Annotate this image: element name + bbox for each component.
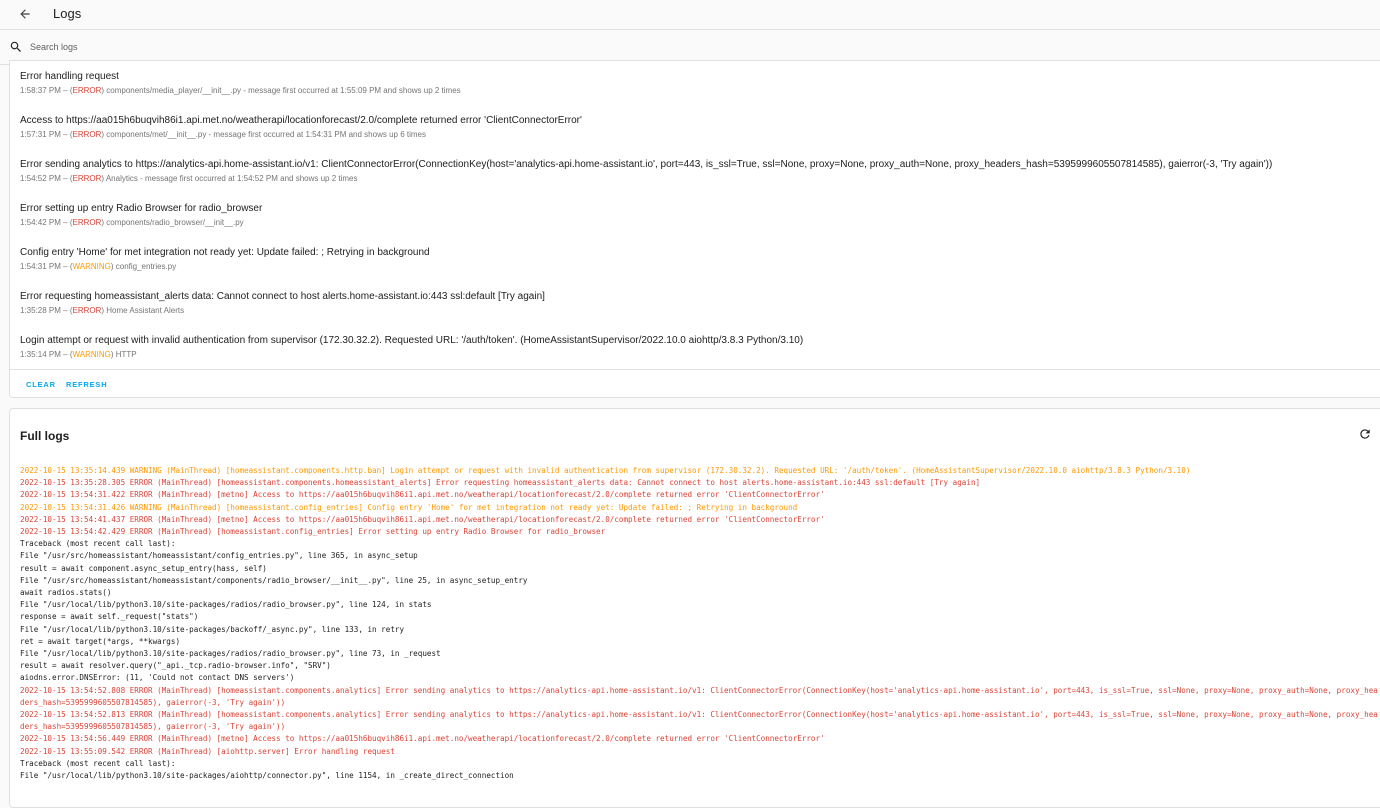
log-line: File "/usr/src/homeassistant/homeassista… <box>20 551 418 561</box>
log-entry[interactable]: Error requesting homeassistant_alerts da… <box>20 291 1360 316</box>
log-line: File "/usr/local/lib/python3.10/site-pac… <box>20 600 432 610</box>
log-line: 2022-10-15 13:54:31.422 ERROR (MainThrea… <box>20 490 825 500</box>
separator: – ( <box>60 218 73 227</box>
log-line: File "/usr/local/lib/python3.10/site-pac… <box>20 649 441 659</box>
log-entry-source: Home Assistant Alerts <box>106 306 185 315</box>
separator: – ( <box>60 350 73 359</box>
app-header: Logs <box>0 0 1380 29</box>
log-entry-time: 1:58:37 PM <box>20 86 61 95</box>
log-entry-time: 1:57:31 PM <box>20 130 61 139</box>
log-entry-source: HTTP <box>115 350 137 359</box>
log-line: aiodns.error.DNSError: (11, 'Could not c… <box>20 673 295 683</box>
arrow-left-icon <box>20 9 30 19</box>
log-line: 2022-10-15 13:35:14.439 WARNING (MainThr… <box>20 466 1191 475</box>
log-entry-meta: 1:54:31 PM – (WARNING) config_entries.py <box>20 261 1360 272</box>
back-button[interactable] <box>14 3 36 25</box>
log-entry-level: ERROR <box>72 130 102 139</box>
log-entry-message: Login attempt or request with invalid au… <box>20 335 804 346</box>
log-line: 2022-10-15 13:35:28.305 ERROR (MainThrea… <box>20 478 981 488</box>
log-line: 2022-10-15 13:54:31.426 WARNING (MainThr… <box>20 502 798 512</box>
full-logs-card: Full logs 2022-10-15 13:35:14.439 WARNIN… <box>9 408 1380 808</box>
log-entry[interactable]: Access to https://aa015h6buqvih86i1.api.… <box>20 115 1360 140</box>
log-entry-source: components/met/__init__.py - message fir… <box>106 130 426 139</box>
log-line: await radios.stats() <box>20 588 112 598</box>
log-entry[interactable]: Login attempt or request with invalid au… <box>20 335 1360 360</box>
system-log-card: Error handling request 1:58:37 PM – (ERRO… <box>9 60 1380 398</box>
separator: – ( <box>60 86 73 95</box>
log-line: result = await component.async_setup_ent… <box>20 563 267 573</box>
log-entry[interactable]: Error handling request 1:58:37 PM – (ERRO… <box>20 71 1360 96</box>
log-line: File "/usr/local/lib/python3.10/site-pac… <box>20 624 405 634</box>
log-entry-time: 1:54:42 PM <box>20 218 61 227</box>
clear-button[interactable]: CLEAR <box>26 380 56 389</box>
log-entry-meta: 1:54:42 PM – (ERROR) components/radio_br… <box>20 217 1360 228</box>
log-entry-level: ERROR <box>72 86 102 95</box>
log-line: result = await resolver.query("_api._tcp… <box>20 661 331 671</box>
log-entry-meta: 1:54:52 PM – (ERROR) Analytics - message… <box>20 173 1360 184</box>
log-entry-message: Config entry 'Home' for met integration … <box>20 247 430 258</box>
search-icon <box>10 41 21 52</box>
log-entry-source: config_entries.py <box>115 262 177 271</box>
log-entry-time: 1:54:52 PM <box>20 174 61 183</box>
page-title: Logs <box>53 6 82 21</box>
log-line: Traceback (most recent call last): <box>20 758 176 768</box>
refresh-button[interactable]: REFRESH <box>66 380 107 389</box>
log-line: 2022-10-15 13:54:52.813 ERROR (MainThrea… <box>20 710 1378 732</box>
log-entry-message: Error handling request <box>20 71 119 82</box>
log-entry-level: ERROR <box>72 306 102 315</box>
log-line: 2022-10-15 13:54:41.437 ERROR (MainThrea… <box>20 514 825 524</box>
log-line: 2022-10-15 13:54:56.449 ERROR (MainThrea… <box>20 734 825 744</box>
log-line: Traceback (most recent call last): <box>20 539 176 549</box>
log-entry-message: Error setting up entry Radio Browser for… <box>20 203 263 214</box>
log-entry-level: ERROR <box>72 218 102 227</box>
search-input[interactable] <box>28 36 628 58</box>
log-entry-meta: 1:35:14 PM – (WARNING) HTTP <box>20 349 1360 360</box>
log-entry-level: ERROR <box>72 174 102 183</box>
log-entry-meta: 1:57:31 PM – (ERROR) components/met/__in… <box>20 129 1360 140</box>
card-actions: CLEAR REFRESH <box>10 369 1380 399</box>
log-entry-message: Access to https://aa015h6buqvih86i1.api.… <box>20 115 582 126</box>
log-entry-time: 1:35:14 PM <box>20 350 61 359</box>
log-entry-meta: 1:58:37 PM – (ERROR) components/media_pl… <box>20 85 1360 96</box>
log-line: response = await self._request("stats") <box>20 612 199 622</box>
log-line: File "/usr/src/homeassistant/homeassista… <box>20 575 528 585</box>
log-entry-time: 1:54:31 PM <box>20 262 61 271</box>
log-entry-time: 1:35:28 PM <box>20 306 61 315</box>
log-entry-message: Error sending analytics to https://analy… <box>20 159 1273 170</box>
log-entry-source: components/media_player/__init__.py - me… <box>106 86 461 95</box>
log-entry-level: WARNING <box>72 262 111 271</box>
separator: – ( <box>60 174 73 183</box>
log-entry[interactable]: Error setting up entry Radio Browser for… <box>20 203 1360 228</box>
log-line: ret = await target(*args, **kwargs) <box>20 636 181 646</box>
full-logs-title: Full logs <box>20 429 70 443</box>
log-entry-source: Analytics - message first occurred at 1:… <box>105 174 358 183</box>
log-line: 2022-10-15 13:55:09.542 ERROR (MainThrea… <box>20 746 395 756</box>
log-entry[interactable]: Error sending analytics to https://analy… <box>20 159 1360 184</box>
refresh-icon[interactable] <box>1358 427 1372 441</box>
log-entry-message: Error requesting homeassistant_alerts da… <box>20 291 545 302</box>
log-entry-source: components/radio_browser/__init__.py <box>106 218 244 227</box>
log-entry-meta: 1:35:28 PM – (ERROR) Home Assistant Aler… <box>20 305 1360 316</box>
log-entry-level: WARNING <box>72 350 111 359</box>
log-line: 2022-10-15 13:54:42.429 ERROR (MainThrea… <box>20 527 606 537</box>
separator: – ( <box>60 306 73 315</box>
full-log-text: 2022-10-15 13:35:14.439 WARNING (MainThr… <box>20 465 1380 782</box>
separator: – ( <box>60 262 73 271</box>
log-line: File "/usr/local/lib/python3.10/site-pac… <box>20 771 514 781</box>
separator: – ( <box>60 130 73 139</box>
log-entry[interactable]: Config entry 'Home' for met integration … <box>20 247 1360 272</box>
log-line: 2022-10-15 13:54:52.808 ERROR (MainThrea… <box>20 685 1378 707</box>
